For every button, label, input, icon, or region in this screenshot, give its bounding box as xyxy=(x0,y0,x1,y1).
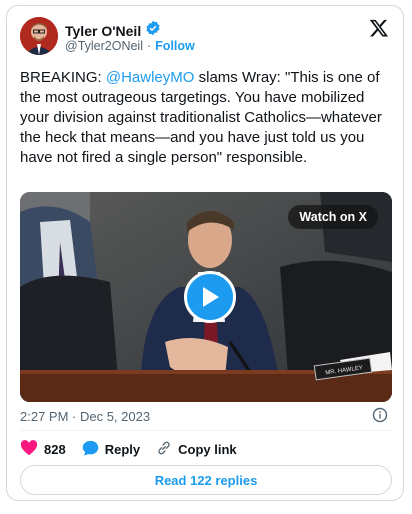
like-count: 828 xyxy=(44,442,66,457)
read-replies-button[interactable]: Read 122 replies xyxy=(20,465,392,495)
reply-label: Reply xyxy=(104,442,141,457)
tweet-prefix: BREAKING: xyxy=(20,69,106,86)
mention-link[interactable]: @HawleyMO xyxy=(106,69,195,86)
tweet-text: BREAKING: @HawleyMO slams Wray: "This is… xyxy=(20,68,390,168)
author-handle[interactable]: @Tyler2ONeil xyxy=(65,39,143,53)
heart-icon xyxy=(20,440,38,459)
link-icon xyxy=(156,440,172,459)
reply-button[interactable]: Reply xyxy=(82,440,140,459)
author-name[interactable]: Tyler O'Neil xyxy=(65,23,141,39)
tweet-card: Tyler O'Neil @Tyler2ONeil · Follow BREAK… xyxy=(6,5,404,501)
separator-dot: · xyxy=(147,39,152,53)
play-icon[interactable] xyxy=(184,271,236,323)
divider xyxy=(20,430,392,431)
info-icon[interactable] xyxy=(372,407,388,423)
watch-on-x-button[interactable]: Watch on X xyxy=(288,205,378,229)
timestamp[interactable]: 2:27 PM · Dec 5, 2023 xyxy=(20,409,150,424)
verified-badge-icon xyxy=(145,20,161,41)
action-bar: 828 Reply Copy link xyxy=(20,440,253,459)
reply-icon xyxy=(82,440,99,459)
copy-link-label: Copy link xyxy=(178,442,237,457)
video-player[interactable]: MR. HAWLEY Watch on X xyxy=(20,192,392,402)
like-button[interactable]: 828 xyxy=(20,440,66,459)
avatar[interactable] xyxy=(20,17,58,55)
follow-button[interactable]: Follow xyxy=(155,39,195,53)
x-logo-icon[interactable] xyxy=(369,18,389,38)
copy-link-button[interactable]: Copy link xyxy=(156,440,237,459)
